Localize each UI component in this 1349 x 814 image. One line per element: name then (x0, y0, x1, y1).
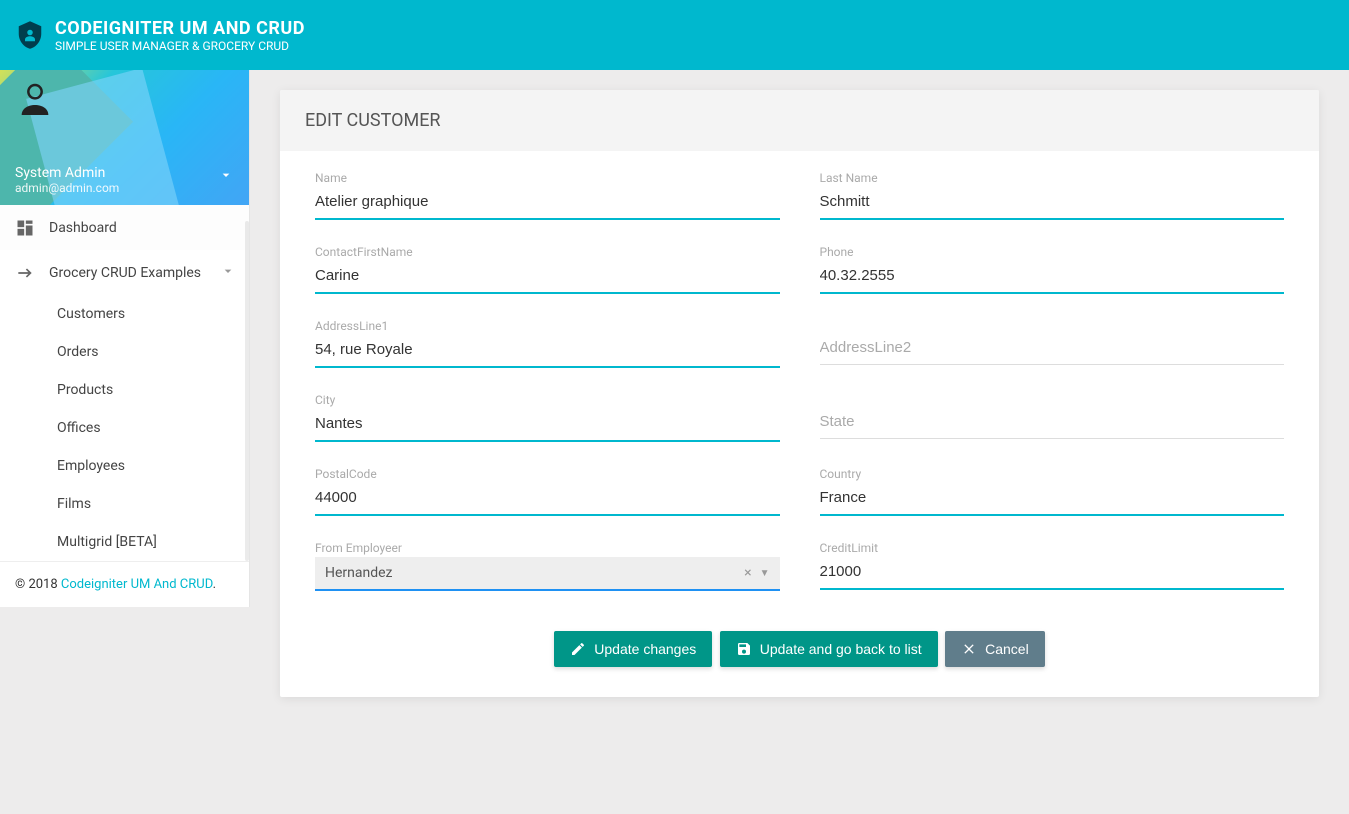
sidebar-footer: © 2018 Codeigniter UM And CRUD. (0, 561, 249, 607)
input-postal[interactable] (315, 483, 780, 516)
main-content: EDIT CUSTOMER Name Last Name ContactFirs… (250, 70, 1349, 717)
select-clear-icon[interactable]: × (744, 565, 751, 581)
sidebar-sub-multigrid[interactable]: Multigrid [BETA] (0, 523, 249, 561)
dashboard-icon (13, 216, 37, 240)
user-name: System Admin (15, 165, 119, 181)
sidebar-sub-customers[interactable]: Customers (0, 295, 249, 333)
label-name: Name (315, 171, 780, 185)
label-employer: From Employeer (315, 541, 780, 555)
input-name[interactable] (315, 187, 780, 220)
input-address1[interactable] (315, 335, 780, 368)
edit-card: EDIT CUSTOMER Name Last Name ContactFirs… (280, 90, 1319, 697)
input-contactfirst[interactable] (315, 261, 780, 294)
sidebar-sub-products[interactable]: Products (0, 371, 249, 409)
input-lastname[interactable] (820, 187, 1285, 220)
sidebar-scrollbar[interactable] (245, 221, 249, 561)
input-state[interactable] (820, 407, 1285, 439)
footer-link[interactable]: Codeigniter UM And CRUD (61, 577, 213, 592)
label-credit: CreditLimit (820, 541, 1285, 555)
user-panel: System Admin admin@admin.com (0, 70, 249, 205)
chevron-down-icon: ▼ (760, 568, 770, 579)
input-phone[interactable] (820, 261, 1285, 294)
pencil-icon (570, 641, 586, 657)
input-address2[interactable] (820, 333, 1285, 365)
input-country[interactable] (820, 483, 1285, 516)
label-postal: PostalCode (315, 467, 780, 481)
input-credit[interactable] (820, 557, 1285, 590)
label-address1: AddressLine1 (315, 319, 780, 333)
user-dropdown-toggle[interactable] (218, 167, 234, 187)
label-contactfirst: ContactFirstName (315, 245, 780, 259)
label-lastname: Last Name (820, 171, 1285, 185)
logo-icon (15, 20, 45, 50)
header-title: CODEIGNITER UM AND CRUD (55, 18, 305, 39)
sidebar: System Admin admin@admin.com Dashboard G… (0, 70, 250, 607)
update-button[interactable]: Update changes (554, 631, 712, 667)
input-city[interactable] (315, 409, 780, 442)
cancel-button[interactable]: Cancel (945, 631, 1045, 667)
sidebar-item-dashboard[interactable]: Dashboard (0, 205, 249, 250)
label-country: Country (820, 467, 1285, 481)
save-icon (736, 641, 752, 657)
chevron-down-icon (220, 263, 236, 283)
sidebar-sub-orders[interactable]: Orders (0, 333, 249, 371)
sidebar-label-dashboard: Dashboard (49, 220, 236, 236)
label-city: City (315, 393, 780, 407)
header-subtitle: SIMPLE USER MANAGER & GROCERY CRUD (55, 39, 305, 53)
card-title: EDIT CUSTOMER (280, 90, 1319, 151)
top-header: CODEIGNITER UM AND CRUD SIMPLE USER MANA… (0, 0, 1349, 70)
sidebar-sub-films[interactable]: Films (0, 485, 249, 523)
arrow-icon (13, 261, 37, 285)
sidebar-item-grocery[interactable]: Grocery CRUD Examples (0, 250, 249, 295)
avatar-icon (15, 80, 55, 120)
sidebar-label-grocery: Grocery CRUD Examples (49, 265, 220, 281)
label-phone: Phone (820, 245, 1285, 259)
close-icon (961, 641, 977, 657)
sidebar-sub-employees[interactable]: Employees (0, 447, 249, 485)
user-email: admin@admin.com (15, 181, 119, 195)
update-back-button[interactable]: Update and go back to list (720, 631, 938, 667)
select-employer[interactable]: Hernandez × ▼ (315, 557, 780, 591)
sidebar-sub-offices[interactable]: Offices (0, 409, 249, 447)
